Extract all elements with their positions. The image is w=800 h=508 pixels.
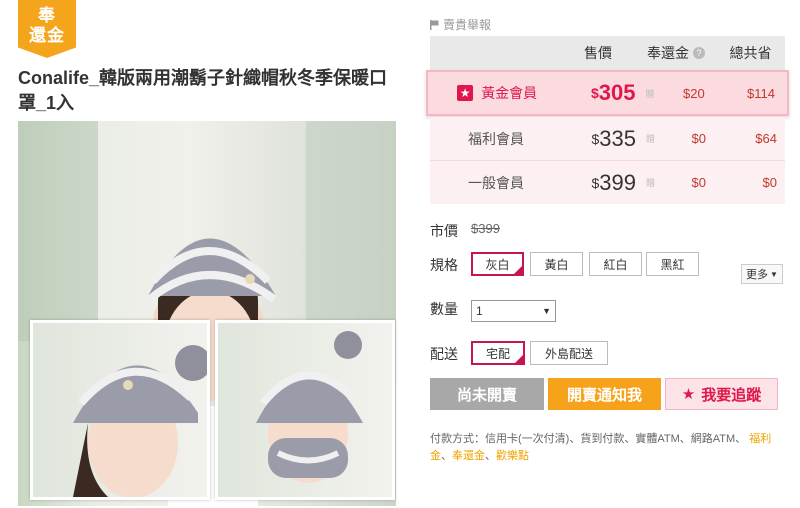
gift-icon: 贈 (646, 134, 656, 144)
spec-option-black-red[interactable]: 黑紅 (646, 252, 699, 276)
save-value: $0 (762, 175, 777, 190)
member-price: 335 (599, 125, 636, 151)
cashback-badge: 奉 還金 (18, 0, 76, 58)
quantity-select[interactable]: 1 ▼ (471, 300, 556, 322)
market-price-value: $399 (471, 221, 500, 236)
badge-line1: 奉 (38, 6, 56, 25)
member-name: 一般會員 (468, 174, 524, 191)
member-name: 福利會員 (468, 130, 524, 147)
thumbnail-2[interactable] (215, 320, 395, 500)
price-row-gold: ★ 黃金會員 $305 贈 $20 $114 (426, 70, 789, 116)
dropdown-arrow-icon: ▼ (542, 306, 551, 316)
delivery-label: 配送 (430, 346, 458, 362)
payment-methods: 付款方式：信用卡(一次付清)、貨到付款、實體ATM、網路ATM、 福利金、奉還金… (430, 433, 772, 462)
star-icon: ★ (457, 85, 474, 101)
flag-icon (430, 20, 439, 30)
price-row-welfare: 福利會員 $335 贈 $0 $64 (430, 116, 785, 160)
thumbnail-1[interactable] (30, 320, 210, 500)
chevron-down-icon: ▼ (770, 269, 778, 279)
price-row-general: 一般會員 $399 贈 $0 $0 (430, 160, 785, 204)
header-cashback: 奉還金? (636, 36, 716, 70)
cashback-value: $0 (691, 175, 706, 190)
payment-points: 歡樂點 (496, 450, 529, 462)
product-title: Conalife_韓版兩用潮鬍子針織帽秋冬季保暖口罩_1入 (18, 68, 388, 113)
header-total-save: 總共省 (729, 45, 772, 61)
spec-option-red-white[interactable]: 紅白 (589, 252, 642, 276)
star-icon: ★ (681, 386, 696, 403)
member-price: 305 (598, 80, 636, 105)
notify-me-button[interactable]: 開賣通知我 (548, 378, 661, 410)
thumbnail-2-image (256, 331, 363, 483)
quantity-label: 數量 (430, 301, 458, 317)
thumbnail-1-image (73, 345, 207, 497)
delivery-option-home[interactable]: 宅配 (471, 341, 525, 365)
price-table-header: 售價 奉還金? 總共省 (430, 36, 785, 70)
header-price: 售價 (584, 45, 612, 61)
spec-label: 規格 (430, 257, 458, 273)
cashback-value: $20 (683, 85, 705, 101)
market-price-label: 市價 (430, 223, 458, 239)
more-specs-button[interactable]: 更多 ▼ (741, 264, 783, 284)
payment-cashback: 奉還金 (452, 450, 485, 462)
delivery-option-island[interactable]: 外島配送 (530, 341, 608, 365)
gift-icon: 贈 (646, 178, 656, 188)
member-name: 黃金會員 (481, 85, 538, 101)
save-value: $64 (755, 131, 777, 146)
cashback-value: $0 (691, 131, 706, 146)
member-price: 399 (599, 169, 636, 195)
spec-option-yellow-white[interactable]: 黃白 (530, 252, 583, 276)
spec-option-gray-white[interactable]: 灰白 (471, 252, 524, 276)
price-report-link[interactable]: 賣貴舉報 (430, 16, 491, 33)
track-button[interactable]: ★ 我要追蹤 (665, 378, 778, 410)
gift-icon: 贈 (645, 88, 655, 99)
report-label: 賣貴舉報 (443, 18, 492, 32)
member-price-table: 售價 奉還金? 總共省 ★ 黃金會員 $305 贈 $20 $114 福利會員 $3… (426, 36, 789, 204)
badge-line2: 還金 (29, 26, 65, 45)
save-value: $114 (747, 85, 775, 101)
help-icon[interactable]: ? (693, 47, 705, 59)
not-on-sale-button[interactable]: 尚未開賣 (430, 378, 544, 410)
